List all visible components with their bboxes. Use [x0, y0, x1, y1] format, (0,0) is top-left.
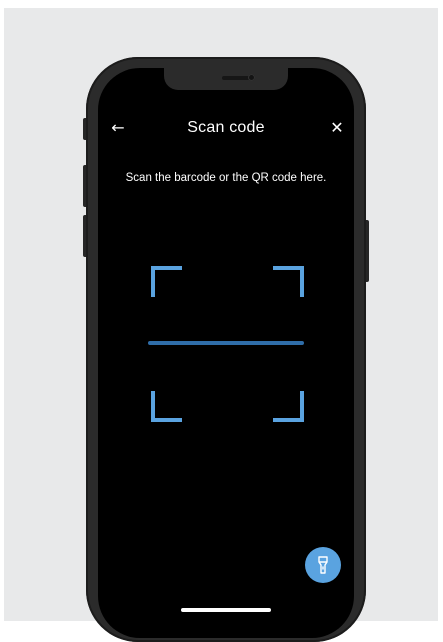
- scan-line: [148, 341, 304, 345]
- scan-frame-corner-top-right: [273, 266, 304, 297]
- scan-frame-corner-bottom-right: [273, 391, 304, 422]
- flashlight-button[interactable]: [305, 547, 341, 583]
- back-arrow-icon[interactable]: ←: [108, 118, 128, 138]
- home-indicator[interactable]: [181, 608, 271, 612]
- earpiece-speaker: [222, 76, 250, 80]
- front-camera: [248, 74, 255, 81]
- flashlight-icon: [318, 556, 328, 574]
- page-title: Scan code: [187, 119, 265, 136]
- scan-frame-corner-top-left: [151, 266, 182, 297]
- scan-instruction-text: Scan the barcode or the QR code here.: [125, 172, 327, 184]
- close-icon[interactable]: ✕: [327, 118, 347, 138]
- scan-frame-corner-bottom-left: [151, 391, 182, 422]
- phone-screen: ← Scan code ✕ Scan the barcode or the QR…: [98, 68, 354, 638]
